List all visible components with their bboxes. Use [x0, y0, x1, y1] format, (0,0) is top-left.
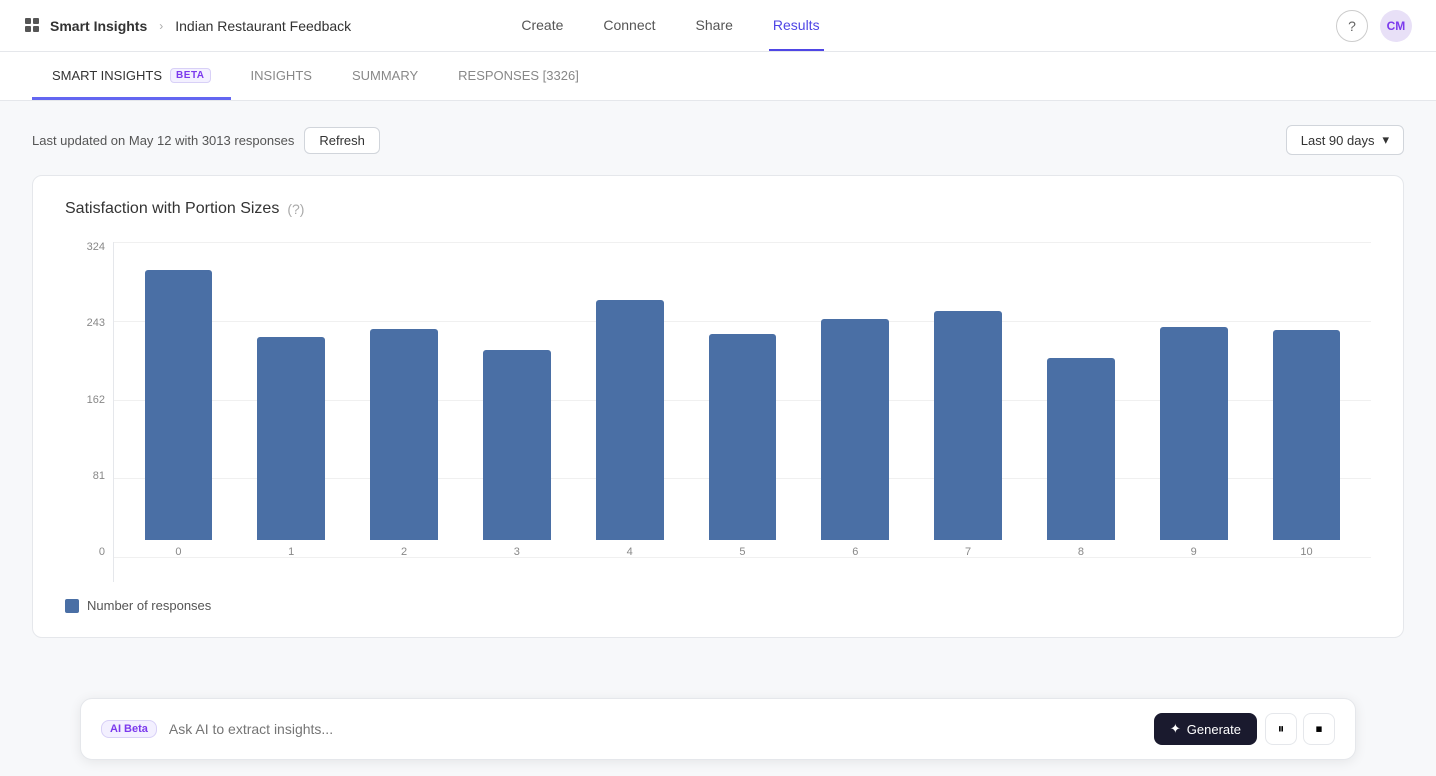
- nav-share[interactable]: Share: [692, 1, 737, 51]
- nav-results[interactable]: Results: [769, 1, 824, 51]
- generate-button[interactable]: ✦ Generate: [1154, 713, 1257, 745]
- avatar[interactable]: CM: [1380, 10, 1412, 42]
- ai-badge: AI Beta: [101, 720, 157, 738]
- brand-name[interactable]: Smart Insights: [50, 18, 147, 34]
- bar-7: [934, 311, 1002, 540]
- y-axis: 0 81 162 243 324: [65, 242, 105, 582]
- bar-x-label-5: 5: [739, 546, 745, 558]
- nav-create[interactable]: Create: [517, 1, 567, 51]
- bar-x-label-6: 6: [852, 546, 858, 558]
- bar-group-7: 7: [912, 311, 1025, 558]
- header-bar: Last updated on May 12 with 3013 respons…: [32, 125, 1404, 155]
- bar-x-label-4: 4: [627, 546, 633, 558]
- beta-badge: BETA: [170, 68, 210, 83]
- bar-8: [1047, 358, 1115, 540]
- y-label-162: 162: [65, 395, 105, 406]
- secondary-nav: SMART INSIGHTS BETA INSIGHTS SUMMARY RES…: [0, 52, 1436, 101]
- last-updated-text: Last updated on May 12 with 3013 respons…: [32, 133, 294, 148]
- bar-1: [257, 337, 325, 540]
- tab-responses[interactable]: RESPONSES [3326]: [438, 52, 599, 100]
- breadcrumb-current: Indian Restaurant Feedback: [175, 18, 351, 34]
- bar-x-label-2: 2: [401, 546, 407, 558]
- legend-color-swatch: [65, 599, 79, 613]
- bar-group-2: 2: [348, 329, 461, 558]
- y-label-0: 0: [65, 547, 105, 558]
- chart-tooltip-icon[interactable]: (?): [287, 201, 304, 217]
- nav-brand: Smart Insights › Indian Restaurant Feedb…: [24, 17, 351, 35]
- bars-and-grid: 0 1 2 3 4 5 6 7 8 9 10: [113, 242, 1371, 582]
- bar-x-label-8: 8: [1078, 546, 1084, 558]
- bar-6: [821, 319, 889, 540]
- help-button[interactable]: ?: [1336, 10, 1368, 42]
- main-content: Last updated on May 12 with 3013 respons…: [0, 101, 1436, 765]
- bar-x-label-0: 0: [175, 546, 181, 558]
- bar-4: [596, 300, 664, 540]
- bar-9: [1160, 327, 1228, 540]
- bar-group-10: 10: [1250, 330, 1363, 558]
- nav-center: Create Connect Share Results: [517, 1, 823, 51]
- tab-summary[interactable]: SUMMARY: [332, 52, 438, 100]
- bar-3: [483, 350, 551, 540]
- bar-group-3: 3: [460, 350, 573, 558]
- bar-group-1: 1: [235, 337, 348, 558]
- ai-bottom-bar: AI Beta ✦ Generate ⏸ ⏹: [80, 698, 1356, 760]
- last-updated-section: Last updated on May 12 with 3013 respons…: [32, 127, 380, 154]
- bar-group-9: 9: [1137, 327, 1250, 558]
- pause-button[interactable]: ⏸: [1265, 713, 1297, 745]
- bar-x-label-9: 9: [1191, 546, 1197, 558]
- bar-group-6: 6: [799, 319, 912, 558]
- breadcrumb-separator: ›: [159, 19, 163, 33]
- bar-chart: 0 81 162 243 324 0 1 2 3 4 5 6 7 8 9 10: [65, 242, 1371, 582]
- bar-10: [1273, 330, 1341, 540]
- nav-right: ? CM: [1336, 10, 1412, 42]
- y-label-324: 324: [65, 242, 105, 253]
- stop-button[interactable]: ⏹: [1303, 713, 1335, 745]
- ai-input[interactable]: [169, 721, 1154, 737]
- date-range-button[interactable]: Last 90 days ▾: [1286, 125, 1404, 155]
- refresh-button[interactable]: Refresh: [304, 127, 380, 154]
- grid-icon: [24, 17, 42, 35]
- bar-group-4: 4: [573, 300, 686, 558]
- bar-x-label-10: 10: [1300, 546, 1312, 558]
- chart-area: 0 1 2 3 4 5 6 7 8 9 10: [113, 242, 1371, 582]
- y-label-243: 243: [65, 318, 105, 329]
- bar-group-8: 8: [1025, 358, 1138, 558]
- legend-label: Number of responses: [87, 598, 211, 613]
- bar-0: [145, 270, 213, 540]
- chart-legend: Number of responses: [65, 598, 1371, 613]
- tab-smart-insights[interactable]: SMART INSIGHTS BETA: [32, 52, 231, 100]
- bar-5: [709, 334, 777, 540]
- bar-x-label-1: 1: [288, 546, 294, 558]
- bar-2: [370, 329, 438, 540]
- bar-group-5: 5: [686, 334, 799, 558]
- bar-x-label-3: 3: [514, 546, 520, 558]
- bar-group-0: 0: [122, 270, 235, 558]
- tab-insights[interactable]: INSIGHTS: [231, 52, 332, 100]
- bars-row: 0 1 2 3 4 5 6 7 8 9 10: [114, 242, 1371, 558]
- nav-connect[interactable]: Connect: [599, 1, 659, 51]
- chart-title: Satisfaction with Portion Sizes (?): [65, 200, 1371, 218]
- y-label-81: 81: [65, 471, 105, 482]
- bar-x-label-7: 7: [965, 546, 971, 558]
- top-nav: Smart Insights › Indian Restaurant Feedb…: [0, 0, 1436, 52]
- pause-controls: ⏸ ⏹: [1265, 713, 1335, 745]
- chart-card: Satisfaction with Portion Sizes (?) 0 81…: [32, 175, 1404, 638]
